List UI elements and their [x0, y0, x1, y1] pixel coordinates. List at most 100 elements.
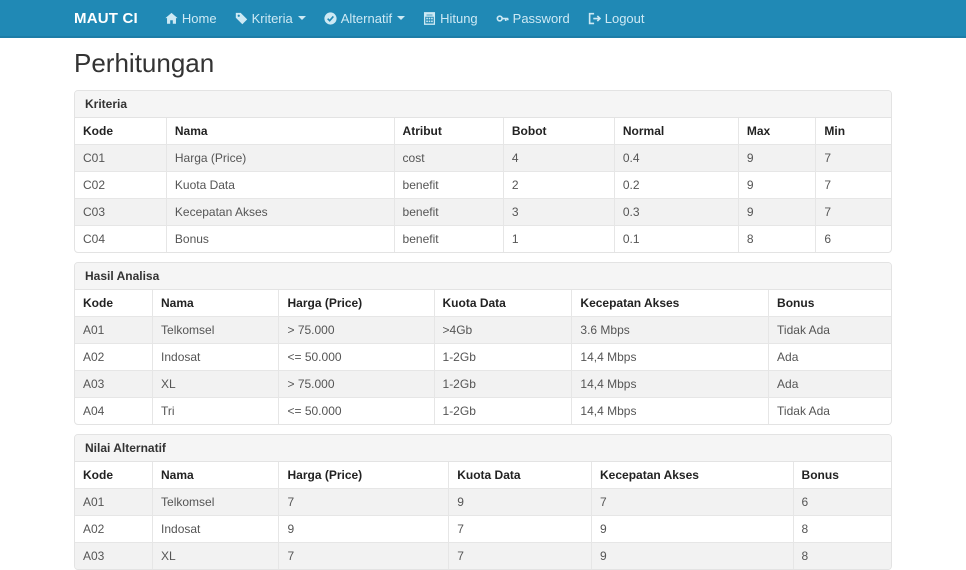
table-header-row: KodeNamaHarga (Price)Kuota DataKecepatan… — [75, 290, 891, 317]
brand[interactable]: MAUT CI — [74, 10, 138, 27]
table-cell: Tidak Ada — [769, 398, 891, 425]
nilai-alternatif-table: KodeNamaHarga (Price)Kuota DataKecepatan… — [75, 462, 891, 569]
table-cell: Kecepatan Akses — [166, 199, 394, 226]
column-header: Bobot — [503, 118, 614, 145]
nav-label: Hitung — [440, 11, 478, 26]
table-cell: 7 — [816, 199, 891, 226]
table-cell: 7 — [816, 145, 891, 172]
table-cell: 7 — [449, 543, 592, 570]
check-circle-icon — [324, 12, 337, 25]
table-cell: <= 50.000 — [279, 398, 434, 425]
table-row: A03XL7798 — [75, 543, 891, 570]
nav-item-alternatif: Alternatif — [315, 0, 414, 36]
table-header-row: KodeNamaHarga (Price)Kuota DataKecepatan… — [75, 462, 891, 489]
column-header: Nama — [166, 118, 394, 145]
table-cell: 8 — [793, 543, 891, 570]
nav-link-logout[interactable]: Logout — [579, 0, 654, 36]
table-cell: 7 — [279, 543, 449, 570]
table-cell: <= 50.000 — [279, 344, 434, 371]
column-header: Atribut — [394, 118, 503, 145]
table-cell: benefit — [394, 172, 503, 199]
table-cell: 3 — [503, 199, 614, 226]
table-cell: 0.1 — [614, 226, 738, 253]
panel-nilai-alternatif: Nilai Alternatif KodeNamaHarga (Price)Ku… — [74, 434, 892, 570]
table-cell: 0.3 — [614, 199, 738, 226]
nav-item-logout: Logout — [579, 0, 654, 36]
table-cell: C01 — [75, 145, 166, 172]
table-cell: benefit — [394, 226, 503, 253]
table-cell: 7 — [816, 172, 891, 199]
column-header: Kecepatan Akses — [592, 462, 794, 489]
nav-link-home[interactable]: Home — [156, 0, 226, 36]
table-cell: A03 — [75, 543, 153, 570]
home-icon — [165, 12, 178, 25]
table-cell: 4 — [503, 145, 614, 172]
table-cell: >4Gb — [434, 317, 572, 344]
nav-link-hitung[interactable]: Hitung — [414, 0, 487, 36]
table-cell: Tri — [153, 398, 279, 425]
page-title: Perhitungan — [74, 48, 892, 78]
table-cell: 9 — [449, 489, 592, 516]
column-header: Normal — [614, 118, 738, 145]
table-cell: A03 — [75, 371, 153, 398]
table-cell: 9 — [279, 516, 449, 543]
table-cell: 7 — [592, 489, 794, 516]
table-cell: A04 — [75, 398, 153, 425]
table-cell: Kuota Data — [166, 172, 394, 199]
column-header: Kecepatan Akses — [572, 290, 769, 317]
table-row: A03XL> 75.0001-2Gb14,4 MbpsAda — [75, 371, 891, 398]
nav-item-hitung: Hitung — [414, 0, 487, 36]
column-header: Kode — [75, 118, 166, 145]
table-cell: 3.6 Mbps — [572, 317, 769, 344]
table-row: A02Indosat<= 50.0001-2Gb14,4 MbpsAda — [75, 344, 891, 371]
column-header: Nama — [153, 290, 279, 317]
table-cell: 9 — [738, 145, 816, 172]
table-row: A01Telkomsel7976 — [75, 489, 891, 516]
nav-menu: Home Kriteria Alternatif — [156, 0, 654, 36]
table-cell: 9 — [592, 516, 794, 543]
nav-label: Alternatif — [341, 11, 392, 26]
navbar: MAUT CI Home Kriteria — [0, 0, 966, 38]
table-cell: 1-2Gb — [434, 398, 572, 425]
nav-label: Logout — [605, 11, 645, 26]
table-cell: cost — [394, 145, 503, 172]
table-row: A02Indosat9798 — [75, 516, 891, 543]
panel-hasil-analisa: Hasil Analisa KodeNamaHarga (Price)Kuota… — [74, 262, 892, 425]
column-header: Nama — [153, 462, 279, 489]
column-header: Kuota Data — [434, 290, 572, 317]
table-row: C04Bonusbenefit10.186 — [75, 226, 891, 253]
column-header: Min — [816, 118, 891, 145]
table-row: A01Telkomsel> 75.000>4Gb3.6 MbpsTidak Ad… — [75, 317, 891, 344]
table-cell: A01 — [75, 489, 153, 516]
table-row: C01Harga (Price)cost40.497 — [75, 145, 891, 172]
hasil-analisa-table: KodeNamaHarga (Price)Kuota DataKecepatan… — [75, 290, 891, 424]
table-cell: 7 — [449, 516, 592, 543]
column-header: Bonus — [769, 290, 891, 317]
table-cell: Bonus — [166, 226, 394, 253]
nav-item-kriteria: Kriteria — [226, 0, 315, 36]
table-cell: benefit — [394, 199, 503, 226]
table-cell: 9 — [592, 543, 794, 570]
nav-link-alternatif[interactable]: Alternatif — [315, 0, 414, 36]
table-cell: Tidak Ada — [769, 317, 891, 344]
nav-link-kriteria[interactable]: Kriteria — [226, 0, 315, 36]
nav-label: Home — [182, 11, 217, 26]
navbar-inner: MAUT CI Home Kriteria — [74, 0, 892, 36]
table-header-row: KodeNamaAtributBobotNormalMaxMin — [75, 118, 891, 145]
nav-item-password: Password — [487, 0, 579, 36]
table-cell: A02 — [75, 344, 153, 371]
table-cell: 9 — [738, 172, 816, 199]
table-cell: 6 — [816, 226, 891, 253]
table-cell: Indosat — [153, 516, 279, 543]
table-cell: 14,4 Mbps — [572, 398, 769, 425]
panel-kriteria: Kriteria KodeNamaAtributBobotNormalMaxMi… — [74, 90, 892, 253]
table-cell: C02 — [75, 172, 166, 199]
table-cell: 9 — [738, 199, 816, 226]
table-cell: > 75.000 — [279, 371, 434, 398]
kriteria-table: KodeNamaAtributBobotNormalMaxMin C01Harg… — [75, 118, 891, 252]
nav-link-password[interactable]: Password — [487, 0, 579, 36]
column-header: Harga (Price) — [279, 290, 434, 317]
column-header: Bonus — [793, 462, 891, 489]
table-row: A04Tri<= 50.0001-2Gb14,4 MbpsTidak Ada — [75, 398, 891, 425]
table-cell: A02 — [75, 516, 153, 543]
